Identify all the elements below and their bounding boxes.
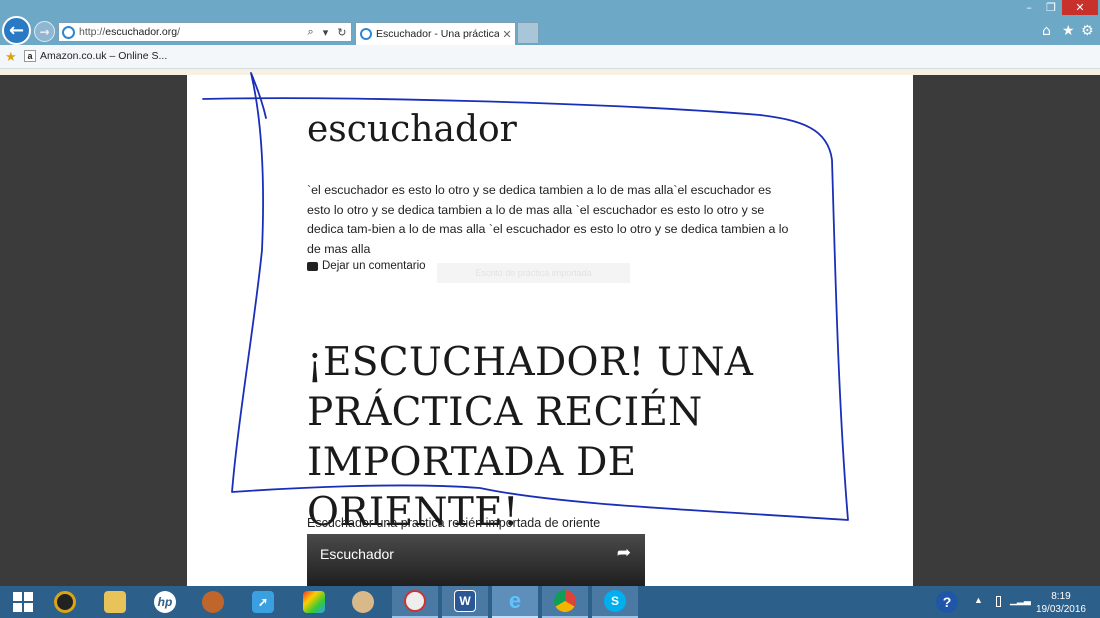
favorite-amazon[interactable]: a Amazon.co.uk – Online S... xyxy=(24,50,167,62)
video-embed[interactable]: Escuchador ➦ xyxy=(307,534,645,587)
ie-icon: e xyxy=(508,588,522,613)
post-body: `el escuchador es esto lo otro y se dedi… xyxy=(307,183,789,256)
back-arrow-icon: ← xyxy=(8,20,25,41)
maximize-button[interactable]: ❐ xyxy=(1040,0,1062,15)
amazon-icon: a xyxy=(24,50,36,62)
comment-bubble-icon xyxy=(307,261,318,271)
battery-icon[interactable] xyxy=(996,596,1001,607)
folder-icon xyxy=(104,591,126,613)
home-icon[interactable]: ⌂ xyxy=(1042,23,1051,39)
search-icon[interactable]: ⌕ xyxy=(308,26,314,39)
browser-titlebar: ← → http://escuchador.org/ ⌕ ▾ ↻ Escucha… xyxy=(0,0,1100,45)
glove-icon xyxy=(202,591,224,613)
right-margin xyxy=(913,75,1100,587)
show-hidden-icons-chevron-icon[interactable]: ▲ xyxy=(974,595,983,605)
tab-escuchador[interactable]: Escuchador - Una práctica i... ✕ xyxy=(355,22,516,45)
settings-gear-icon[interactable]: ⚙ xyxy=(1081,23,1094,39)
doodle-icon xyxy=(404,590,426,612)
tab-title: Escuchador - Una práctica i... xyxy=(376,28,499,40)
taskbar-media-player[interactable] xyxy=(42,586,88,618)
minimize-button[interactable]: – xyxy=(1018,0,1040,15)
skype-icon: S xyxy=(604,590,626,612)
taskbar-glove[interactable] xyxy=(190,586,236,618)
clock-date: 19/03/2016 xyxy=(1035,604,1086,615)
ie-tab-icon xyxy=(360,28,372,40)
help-icon[interactable]: ? xyxy=(936,591,958,613)
tab-close-icon[interactable]: ✕ xyxy=(499,28,515,41)
taskbar-word[interactable]: W xyxy=(442,586,488,618)
new-tab-button[interactable] xyxy=(517,22,539,44)
dropdown-icon[interactable]: ▾ xyxy=(323,26,329,39)
address-bar[interactable]: http://escuchador.org/ ⌕ ▾ ↻ xyxy=(58,22,352,42)
refresh-icon[interactable]: ↻ xyxy=(337,26,346,39)
word-icon: W xyxy=(454,590,476,612)
ie-page-icon xyxy=(62,25,75,39)
leave-comment-link[interactable]: Dejar un comentario xyxy=(307,260,426,272)
address-url[interactable]: http://escuchador.org/ xyxy=(79,26,303,38)
rocket-icon: ➚ xyxy=(252,591,274,613)
media-icon xyxy=(54,591,76,613)
windows-taskbar: hp ➚ W e S ? ▲ ▁▂▃ 8:19 19/03/2016 xyxy=(0,586,1100,618)
blog-page: escuchador `el escuchador es esto lo otr… xyxy=(187,75,913,587)
taskbar-chrome[interactable] xyxy=(542,586,588,618)
back-button[interactable]: ← xyxy=(2,16,31,45)
taskbar-doodle[interactable] xyxy=(392,586,438,618)
video-caption: Escuchador una practica recién importada… xyxy=(307,516,601,530)
favorites-bar: ★ a Amazon.co.uk – Online S... xyxy=(0,45,1100,69)
hp-icon: hp xyxy=(154,591,176,613)
start-icon xyxy=(13,592,33,612)
forward-arrow-icon: → xyxy=(39,24,50,39)
taskbar-rocket[interactable]: ➚ xyxy=(240,586,286,618)
post-headline[interactable]: ¡ESCUCHADOR! UNA PRÁCTICA RECIÉN IMPORTA… xyxy=(307,338,827,538)
taskbar-file-explorer[interactable] xyxy=(92,586,138,618)
palette-icon xyxy=(352,591,374,613)
left-margin xyxy=(0,75,187,587)
system-tray: ? ▲ ▁▂▃ 8:19 19/03/2016 xyxy=(930,586,1100,618)
video-title[interactable]: Escuchador xyxy=(320,546,394,562)
close-button[interactable]: ✕ xyxy=(1062,0,1098,15)
forward-button[interactable]: → xyxy=(34,21,55,42)
post-title[interactable]: escuchador xyxy=(307,109,517,150)
puzzle-icon xyxy=(303,591,325,613)
chrome-icon xyxy=(554,590,576,612)
add-favorite-star-icon[interactable]: ★ xyxy=(5,49,17,65)
clock[interactable]: 8:19 19/03/2016 xyxy=(1036,590,1086,616)
taskbar-paint[interactable] xyxy=(340,586,386,618)
favorite-amazon-label: Amazon.co.uk – Online S... xyxy=(40,50,168,62)
clock-time: 8:19 xyxy=(1051,591,1071,602)
start-button[interactable] xyxy=(0,586,46,618)
taskbar-hp[interactable]: hp xyxy=(142,586,188,618)
taskbar-internet-explorer[interactable]: e xyxy=(492,586,538,618)
taskbar-skype[interactable]: S xyxy=(592,586,638,618)
share-arrow-icon[interactable]: ➦ xyxy=(617,543,631,563)
taskbar-puzzle[interactable] xyxy=(291,586,337,618)
leave-comment-label: Dejar un comentario xyxy=(322,260,426,272)
faint-post-link[interactable]: Escrito de práctica importada xyxy=(437,263,630,283)
signal-icon[interactable]: ▁▂▃ xyxy=(1010,595,1031,606)
favorites-star-icon[interactable]: ★ xyxy=(1062,23,1075,39)
